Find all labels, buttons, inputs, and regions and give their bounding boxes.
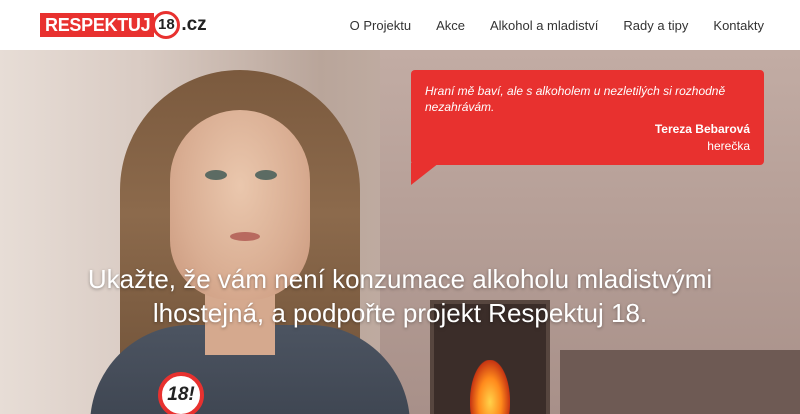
hero-person-eye <box>255 170 277 180</box>
quote-bubble: Hraní mě baví, ale s alkoholem u nezleti… <box>411 70 764 165</box>
hero-person-eye <box>205 170 227 180</box>
hero-background-shelf <box>560 350 800 414</box>
main-nav: O Projektu Akce Alkohol a mladiství Rady… <box>350 0 764 50</box>
site-header: RESPEKTUJ 18 .cz O Projektu Akce Alkohol… <box>0 0 800 50</box>
site-logo[interactable]: RESPEKTUJ 18 .cz <box>40 11 207 39</box>
hero-headline: Ukažte, že vám není konzumace alkoholu m… <box>0 262 800 330</box>
hero-background-fire <box>470 360 510 414</box>
nav-item-o-projektu[interactable]: O Projektu <box>350 18 411 33</box>
quote-author-role: herečka <box>707 139 750 153</box>
nav-item-kontakty[interactable]: Kontakty <box>713 18 764 33</box>
logo-tld: .cz <box>181 14 207 35</box>
hero-person-lips <box>230 232 260 241</box>
logo-number: 18 <box>152 11 181 39</box>
hero-headline-line2: lhostejná, a podpořte projekt Respektuj … <box>152 298 648 328</box>
badge-18-icon: 18! <box>158 372 204 414</box>
quote-bubble-tail <box>411 163 439 185</box>
nav-item-akce[interactable]: Akce <box>436 18 465 33</box>
logo-brand: RESPEKTUJ <box>40 13 155 37</box>
nav-item-alkohol-a-mladistvi[interactable]: Alkohol a mladiství <box>490 18 598 33</box>
hero-section: 18! Hraní mě baví, ale s alkoholem u nez… <box>0 50 800 414</box>
hero-headline-line1: Ukažte, že vám není konzumace alkoholu m… <box>87 264 713 294</box>
nav-item-rady-a-tipy[interactable]: Rady a tipy <box>623 18 688 33</box>
quote-author-name: Tereza Bebarová <box>654 122 750 136</box>
quote-text: Hraní mě baví, ale s alkoholem u nezleti… <box>425 84 726 114</box>
